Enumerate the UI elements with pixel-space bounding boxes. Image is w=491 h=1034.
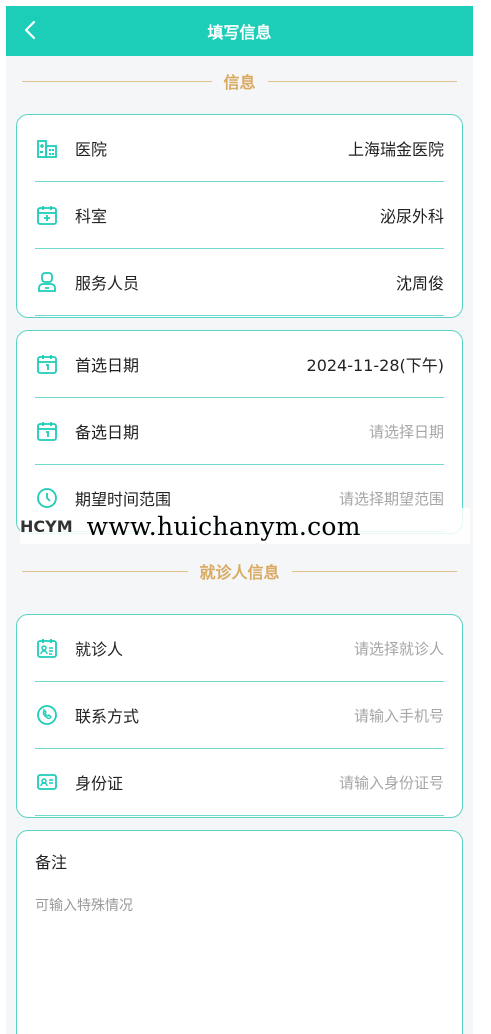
id-card-placeholder: 请输入身份证号 [338, 773, 444, 792]
patient-row[interactable]: 就诊人 请选择就诊人 [35, 615, 444, 682]
divider-line [22, 80, 212, 82]
notes-input[interactable] [35, 895, 444, 1015]
staff-row[interactable]: 服务人员 沈周俊 [35, 249, 444, 316]
phone-icon [35, 703, 59, 727]
first-date-value: 2024-11-28(下午) [306, 356, 444, 375]
department-label: 科室 [75, 207, 108, 226]
notes-title: 备注 [35, 853, 68, 872]
chevron-left-icon [24, 20, 36, 40]
calendar-plus-icon [35, 203, 59, 227]
section-patient-title: 就诊人信息 [199, 563, 280, 582]
first-date-row[interactable]: 首选日期 2024-11-28(下午) [35, 331, 444, 398]
watermark: HCYM www.huichanym.com [20, 508, 470, 544]
notes-card: 备注 [16, 830, 463, 1034]
divider-line [267, 80, 458, 82]
divider-line [22, 570, 188, 572]
hospital-value: 上海瑞金医院 [347, 140, 444, 159]
id-card-calendar-icon [35, 636, 59, 660]
clock-icon [35, 486, 59, 510]
section-patient-divider: 就诊人信息 [6, 546, 473, 596]
contact-label: 联系方式 [75, 707, 140, 726]
id-card-row[interactable]: 身份证 请输入身份证号 [35, 749, 444, 816]
section-info-title: 信息 [223, 73, 256, 92]
watermark-url: www.huichanym.com [86, 511, 361, 541]
section-info-divider: 信息 [6, 56, 473, 106]
hospital-icon [35, 136, 59, 160]
basic-info-card: 医院 上海瑞金医院 科室 泌尿外科 服务人员 沈周俊 [16, 114, 463, 318]
department-row[interactable]: 科室 泌尿外科 [35, 182, 444, 249]
department-value: 泌尿外科 [379, 207, 444, 226]
page-title: 填写信息 [207, 23, 272, 42]
staff-label: 服务人员 [75, 274, 140, 293]
id-card-icon [35, 770, 59, 794]
divider-line [291, 570, 458, 572]
dates-card: 首选日期 2024-11-28(下午) 备选日期 请选择日期 期望时间范围 请选… [16, 330, 463, 534]
calendar-icon [35, 352, 59, 376]
patient-label: 就诊人 [75, 640, 124, 659]
calendar-icon [35, 419, 59, 443]
back-button[interactable] [18, 18, 42, 42]
second-date-row[interactable]: 备选日期 请选择日期 [35, 398, 444, 465]
second-date-placeholder: 请选择日期 [368, 422, 444, 441]
watermark-logo: HCYM [20, 516, 73, 536]
patient-placeholder: 请选择就诊人 [353, 639, 444, 658]
id-card-label: 身份证 [75, 774, 124, 793]
contact-row[interactable]: 联系方式 请输入手机号 [35, 682, 444, 749]
second-date-label: 备选日期 [75, 423, 140, 442]
person-icon [35, 270, 59, 294]
patient-card: 就诊人 请选择就诊人 联系方式 请输入手机号 身份证 请输入身份证号 [16, 614, 463, 818]
first-date-label: 首选日期 [75, 356, 140, 375]
hospital-row[interactable]: 医院 上海瑞金医院 [35, 115, 444, 182]
hospital-label: 医院 [75, 140, 108, 159]
staff-value: 沈周俊 [395, 274, 444, 293]
contact-placeholder: 请输入手机号 [353, 706, 444, 725]
time-range-label: 期望时间范围 [75, 490, 172, 509]
time-range-placeholder: 请选择期望范围 [338, 489, 444, 508]
navbar: 填写信息 [6, 6, 473, 56]
